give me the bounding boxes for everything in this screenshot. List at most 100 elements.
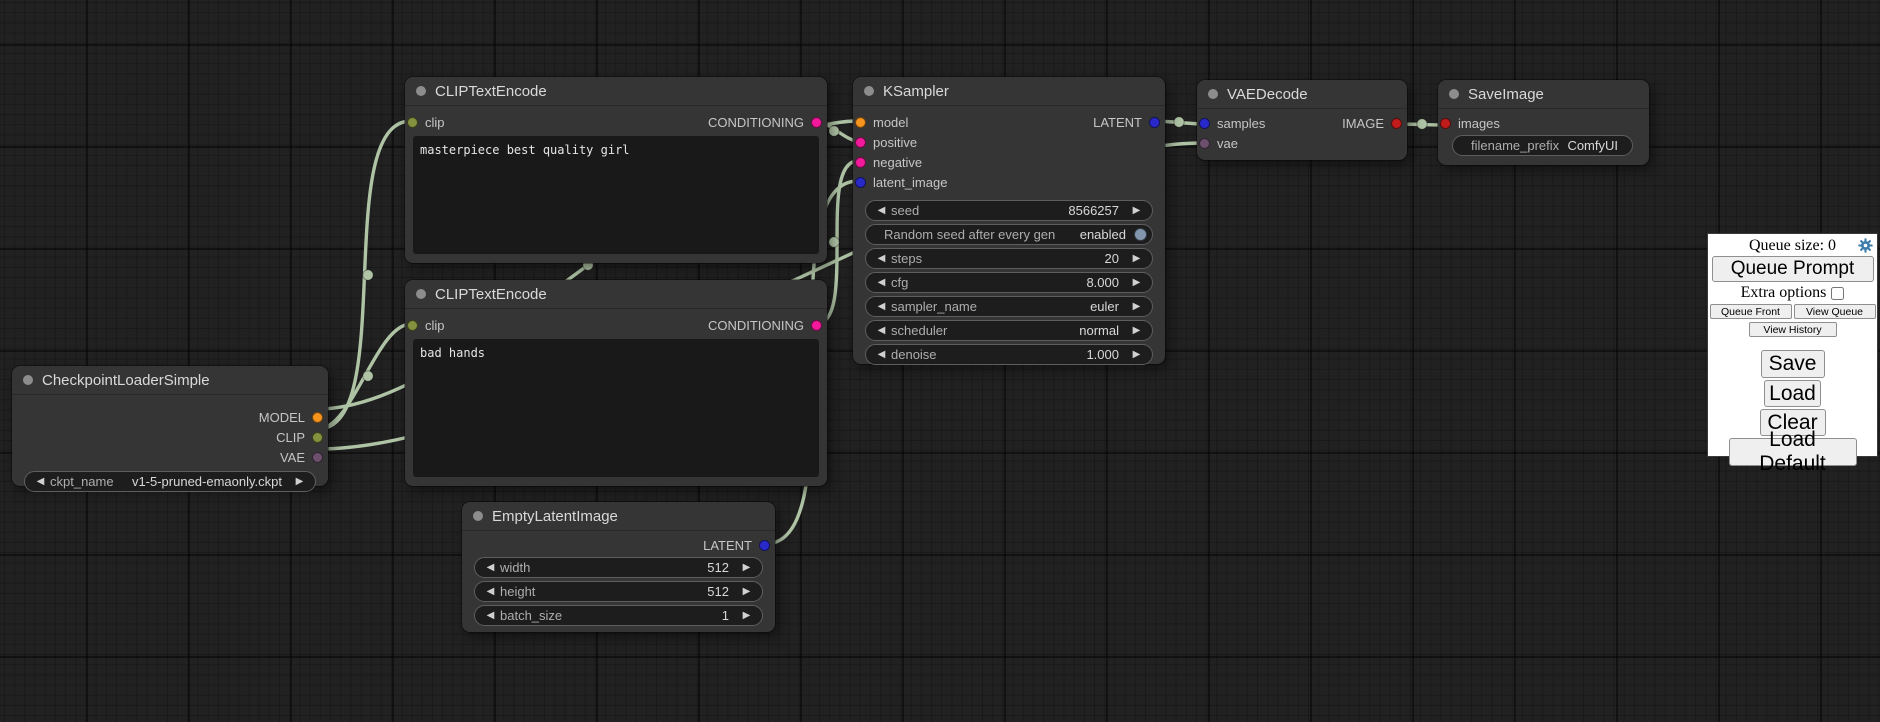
input-dot-negative[interactable]	[855, 157, 866, 168]
save-button[interactable]: Save	[1761, 350, 1825, 378]
queue-front-button[interactable]: Queue Front	[1710, 304, 1792, 319]
node-header[interactable]: EmptyLatentImage	[462, 502, 775, 531]
left-arrow-icon[interactable]: ◀	[483, 587, 498, 597]
node-collapse-dot[interactable]	[416, 289, 426, 299]
load-button[interactable]: Load	[1764, 380, 1821, 407]
widget-value: 1	[722, 608, 729, 623]
positive-prompt-textarea[interactable]: masterpiece best quality girl	[413, 136, 819, 254]
input-label-samples: samples	[1217, 116, 1265, 131]
left-arrow-icon[interactable]: ◀	[483, 611, 498, 621]
view-history-button[interactable]: View History	[1749, 322, 1837, 337]
left-arrow-icon[interactable]: ◀	[874, 206, 889, 216]
input-dot-images[interactable]	[1440, 118, 1451, 129]
widget-sampler-name[interactable]: ◀ sampler_name euler ▶	[865, 296, 1153, 317]
left-arrow-icon[interactable]: ◀	[874, 254, 889, 264]
node-header[interactable]: CheckpointLoaderSimple	[12, 366, 328, 395]
gear-icon[interactable]	[1858, 238, 1873, 253]
left-arrow-icon[interactable]: ◀	[483, 563, 498, 573]
input-dot-samples[interactable]	[1199, 118, 1210, 129]
widget-height[interactable]: ◀ height 512 ▶	[474, 581, 763, 602]
widget-value: 8.000	[1086, 275, 1119, 290]
right-arrow-icon[interactable]: ▶	[739, 563, 754, 573]
widget-steps[interactable]: ◀ steps 20 ▶	[865, 248, 1153, 269]
negative-prompt-textarea[interactable]: bad hands	[413, 339, 819, 477]
right-arrow-icon[interactable]: ▶	[1129, 254, 1144, 264]
output-dot-image[interactable]	[1391, 118, 1402, 129]
node-checkpoint-loader[interactable]: CheckpointLoaderSimple MODEL CLIP VAE ◀ …	[12, 366, 328, 486]
node-collapse-dot[interactable]	[473, 511, 483, 521]
view-queue-button[interactable]: View Queue	[1794, 304, 1876, 319]
widget-cfg[interactable]: ◀ cfg 8.000 ▶	[865, 272, 1153, 293]
input-label-latent-image: latent_image	[873, 175, 947, 190]
output-label-model: MODEL	[259, 410, 305, 425]
widget-seed[interactable]: ◀ seed 8566257 ▶	[865, 200, 1153, 221]
load-default-button[interactable]: Load Default	[1729, 438, 1857, 466]
left-arrow-icon[interactable]: ◀	[874, 350, 889, 360]
output-dot-latent[interactable]	[759, 540, 770, 551]
widget-denoise[interactable]: ◀ denoise 1.000 ▶	[865, 344, 1153, 365]
node-collapse-dot[interactable]	[1449, 89, 1459, 99]
widget-batch-size[interactable]: ◀ batch_size 1 ▶	[474, 605, 763, 626]
node-header[interactable]: VAEDecode	[1197, 80, 1407, 109]
widget-filename-prefix[interactable]: filename_prefix ComfyUI	[1452, 135, 1633, 156]
node-collapse-dot[interactable]	[23, 375, 33, 385]
node-empty-latent-image[interactable]: EmptyLatentImage LATENT ◀ width 512 ▶ ◀ …	[462, 502, 775, 632]
node-ksampler[interactable]: KSampler model LATENT positive negative …	[853, 77, 1165, 364]
right-arrow-icon[interactable]: ▶	[739, 611, 754, 621]
input-dot-model[interactable]	[855, 117, 866, 128]
right-arrow-icon[interactable]: ▶	[292, 477, 307, 487]
left-arrow-icon[interactable]: ◀	[33, 477, 48, 487]
node-vae-decode[interactable]: VAEDecode samples IMAGE vae	[1197, 80, 1407, 160]
input-dot-clip[interactable]	[407, 117, 418, 128]
output-dot-vae[interactable]	[312, 452, 323, 463]
output-dot-conditioning[interactable]	[811, 320, 822, 331]
left-arrow-icon[interactable]: ◀	[874, 326, 889, 336]
left-arrow-icon[interactable]: ◀	[874, 302, 889, 312]
widget-label: Random seed after every gen	[884, 227, 1055, 242]
node-clip-text-encode-positive[interactable]: CLIPTextEncode clip CONDITIONING masterp…	[405, 77, 827, 263]
node-title: CLIPTextEncode	[435, 83, 547, 100]
queue-prompt-button[interactable]: Queue Prompt	[1712, 256, 1874, 282]
widget-label: filename_prefix	[1471, 138, 1559, 153]
widget-ckpt-name[interactable]: ◀ ckpt_name v1-5-pruned-emaonly.ckpt ▶	[24, 471, 316, 492]
widget-value: normal	[1079, 323, 1119, 338]
right-arrow-icon[interactable]: ▶	[1129, 278, 1144, 288]
node-header[interactable]: SaveImage	[1438, 80, 1649, 109]
widget-width[interactable]: ◀ width 512 ▶	[474, 557, 763, 578]
widget-value: 1.000	[1086, 347, 1119, 362]
node-graph-canvas[interactable]: CheckpointLoaderSimple MODEL CLIP VAE ◀ …	[0, 0, 1880, 722]
node-collapse-dot[interactable]	[416, 86, 426, 96]
input-dot-vae[interactable]	[1199, 138, 1210, 149]
right-arrow-icon[interactable]: ▶	[1129, 326, 1144, 336]
extra-options-checkbox[interactable]	[1831, 287, 1844, 300]
right-arrow-icon[interactable]: ▶	[739, 587, 754, 597]
right-arrow-icon[interactable]: ▶	[1129, 302, 1144, 312]
left-arrow-icon[interactable]: ◀	[874, 278, 889, 288]
node-title: CLIPTextEncode	[435, 286, 547, 303]
node-clip-text-encode-negative[interactable]: CLIPTextEncode clip CONDITIONING bad han…	[405, 280, 827, 486]
output-dot-conditioning[interactable]	[811, 117, 822, 128]
node-collapse-dot[interactable]	[864, 86, 874, 96]
widget-value: 512	[707, 584, 729, 599]
widget-value: v1-5-pruned-emaonly.ckpt	[132, 474, 282, 489]
right-arrow-icon[interactable]: ▶	[1129, 206, 1144, 216]
widget-scheduler[interactable]: ◀ scheduler normal ▶	[865, 320, 1153, 341]
input-dot-positive[interactable]	[855, 137, 866, 148]
output-dot-latent[interactable]	[1149, 117, 1160, 128]
widget-random-seed-toggle[interactable]: Random seed after every gen enabled	[865, 224, 1153, 245]
link-midpoint-dot	[1417, 119, 1427, 129]
right-arrow-icon[interactable]: ▶	[1129, 350, 1144, 360]
node-collapse-dot[interactable]	[1208, 89, 1218, 99]
output-dot-clip[interactable]	[312, 432, 323, 443]
node-header[interactable]: CLIPTextEncode	[405, 77, 827, 106]
node-header[interactable]: KSampler	[853, 77, 1165, 106]
input-dot-clip[interactable]	[407, 320, 418, 331]
output-label-image: IMAGE	[1342, 116, 1384, 131]
toggle-circle-icon[interactable]	[1134, 228, 1147, 241]
input-dot-latent-image[interactable]	[855, 177, 866, 188]
output-dot-model[interactable]	[312, 412, 323, 423]
widget-label: scheduler	[891, 323, 947, 338]
node-save-image[interactable]: SaveImage images filename_prefix ComfyUI	[1438, 80, 1649, 165]
widget-label: ckpt_name	[50, 474, 114, 489]
node-header[interactable]: CLIPTextEncode	[405, 280, 827, 309]
